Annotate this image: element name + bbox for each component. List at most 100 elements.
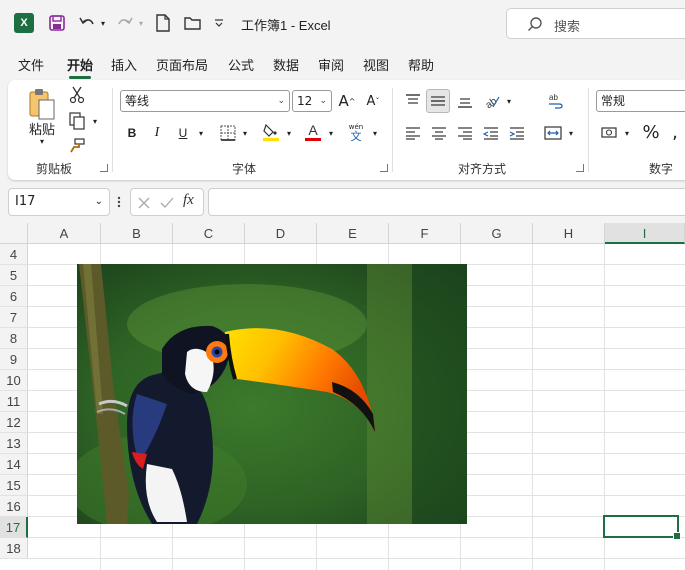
format-painter-icon[interactable]	[66, 136, 88, 156]
more-options-icon[interactable]	[116, 194, 122, 210]
increase-indent-icon[interactable]	[506, 122, 528, 144]
align-center-icon[interactable]	[428, 122, 450, 144]
row-header-14[interactable]: 14	[0, 454, 28, 475]
number-format-combo[interactable]: 常规	[596, 90, 685, 112]
row-header-17[interactable]: 17	[0, 517, 28, 538]
align-middle-icon[interactable]	[426, 89, 450, 113]
font-color-dropdown-icon[interactable]: ▾	[326, 124, 336, 142]
column-header-f[interactable]: F	[389, 223, 461, 244]
undo-icon[interactable]	[76, 12, 98, 34]
wrap-text-icon[interactable]: ab	[544, 90, 566, 112]
column-header-g[interactable]: G	[461, 223, 533, 244]
paste-icon[interactable]	[26, 86, 58, 122]
font-size-value: 12	[297, 94, 313, 108]
new-file-icon[interactable]	[153, 12, 173, 34]
copy-dropdown-icon[interactable]: ▾	[90, 116, 100, 126]
tab-file[interactable]: 文件	[18, 55, 44, 74]
decrease-indent-icon[interactable]	[480, 122, 502, 144]
row-header-11[interactable]: 11	[0, 391, 28, 412]
enter-check-icon	[159, 195, 175, 214]
increase-font-size-icon[interactable]: A ^	[336, 90, 358, 112]
font-size-combo[interactable]: 12 ⌄	[292, 90, 332, 112]
underline-dropdown-icon[interactable]: ▾	[196, 124, 206, 142]
copy-icon[interactable]	[66, 110, 88, 132]
row-header-16[interactable]: 16	[0, 496, 28, 517]
name-box[interactable]: I17 ⌄	[8, 188, 110, 216]
tab-formulas[interactable]: 公式	[228, 55, 254, 74]
number-group-label: 数字	[649, 162, 674, 176]
customize-toolbar-icon[interactable]	[212, 12, 226, 34]
borders-dropdown-icon[interactable]: ▾	[240, 124, 250, 142]
orientation-icon[interactable]: ab	[480, 90, 504, 112]
column-header-b[interactable]: B	[101, 223, 173, 244]
align-right-icon[interactable]	[454, 122, 476, 144]
clipboard-launcher-icon[interactable]	[100, 164, 108, 172]
row-header-7[interactable]: 7	[0, 307, 28, 328]
row-header-5[interactable]: 5	[0, 265, 28, 286]
row-header-4[interactable]: 4	[0, 244, 28, 265]
tab-view[interactable]: 视图	[363, 55, 389, 74]
tab-review[interactable]: 审阅	[318, 55, 344, 74]
underline-button[interactable]: U	[174, 122, 192, 144]
orientation-dropdown-icon[interactable]: ▾	[504, 92, 514, 110]
tab-insert[interactable]: 插入	[111, 55, 137, 74]
merge-center-icon[interactable]	[542, 122, 564, 144]
formula-input[interactable]	[208, 188, 685, 216]
select-all-corner[interactable]	[0, 223, 28, 244]
decrease-font-size-icon[interactable]: Aˇ	[362, 90, 384, 112]
italic-button[interactable]: I	[148, 122, 166, 144]
column-header-i[interactable]: I	[605, 223, 685, 244]
font-name-combo[interactable]: 等线 ⌄	[120, 90, 290, 112]
row-header-15[interactable]: 15	[0, 475, 28, 496]
align-bottom-icon[interactable]	[454, 90, 476, 112]
undo-dropdown-icon[interactable]: ▾	[98, 12, 108, 34]
chevron-down-icon: ⌄	[319, 96, 327, 106]
tab-help[interactable]: 帮助	[408, 55, 434, 74]
font-launcher-icon[interactable]	[380, 164, 388, 172]
phonetic-guide-icon[interactable]: wén 文	[344, 120, 368, 146]
row-header-9[interactable]: 9	[0, 349, 28, 370]
tab-home[interactable]: 开始	[67, 55, 93, 79]
row-header-6[interactable]: 6	[0, 286, 28, 307]
align-left-icon[interactable]	[402, 122, 424, 144]
font-color-icon[interactable]: A	[302, 120, 324, 144]
column-header-c[interactable]: C	[173, 223, 245, 244]
column-header-h[interactable]: H	[533, 223, 605, 244]
tab-data[interactable]: 数据	[273, 55, 299, 74]
bold-button[interactable]: B	[123, 122, 141, 144]
column-header-a[interactable]: A	[28, 223, 101, 244]
tab-page-layout[interactable]: 页面布局	[156, 55, 208, 74]
align-top-icon[interactable]	[402, 90, 424, 112]
phonetic-dropdown-icon[interactable]: ▾	[370, 124, 380, 142]
cut-icon[interactable]	[66, 84, 88, 106]
accounting-dropdown-icon[interactable]: ▾	[622, 124, 632, 142]
worksheet-grid[interactable]: A B C D E F G H I 4 5 6 7 8 9 10 11 12 1…	[0, 223, 685, 570]
column-header-d[interactable]: D	[245, 223, 317, 244]
alignment-group-label: 对齐方式	[458, 162, 507, 176]
borders-icon[interactable]	[218, 122, 238, 144]
selected-cell[interactable]	[603, 515, 681, 540]
insert-function-button[interactable]: fx	[183, 192, 194, 209]
comma-style-icon[interactable]: ,	[668, 120, 682, 144]
row-header-13[interactable]: 13	[0, 433, 28, 454]
search-box[interactable]: 搜索	[506, 8, 685, 39]
row-header-10[interactable]: 10	[0, 370, 28, 391]
name-box-value: I17	[15, 194, 36, 209]
merge-dropdown-icon[interactable]: ▾	[566, 124, 576, 142]
alignment-launcher-icon[interactable]	[576, 164, 584, 172]
save-icon[interactable]	[46, 12, 68, 34]
row-header-12[interactable]: 12	[0, 412, 28, 433]
percent-style-button[interactable]: %	[640, 120, 662, 144]
search-placeholder: 搜索	[554, 20, 581, 35]
fill-color-dropdown-icon[interactable]: ▾	[284, 124, 294, 142]
row-header-8[interactable]: 8	[0, 328, 28, 349]
paste-label[interactable]: 粘贴	[22, 120, 62, 138]
row-header-18[interactable]: 18	[0, 538, 28, 559]
inserted-picture[interactable]	[77, 264, 467, 524]
paste-dropdown-icon[interactable]: ▾	[36, 136, 48, 146]
accounting-format-icon[interactable]	[598, 122, 622, 144]
column-header-e[interactable]: E	[317, 223, 389, 244]
redo-icon	[114, 12, 136, 34]
open-folder-icon[interactable]	[182, 12, 204, 34]
fill-color-icon[interactable]	[260, 120, 282, 144]
